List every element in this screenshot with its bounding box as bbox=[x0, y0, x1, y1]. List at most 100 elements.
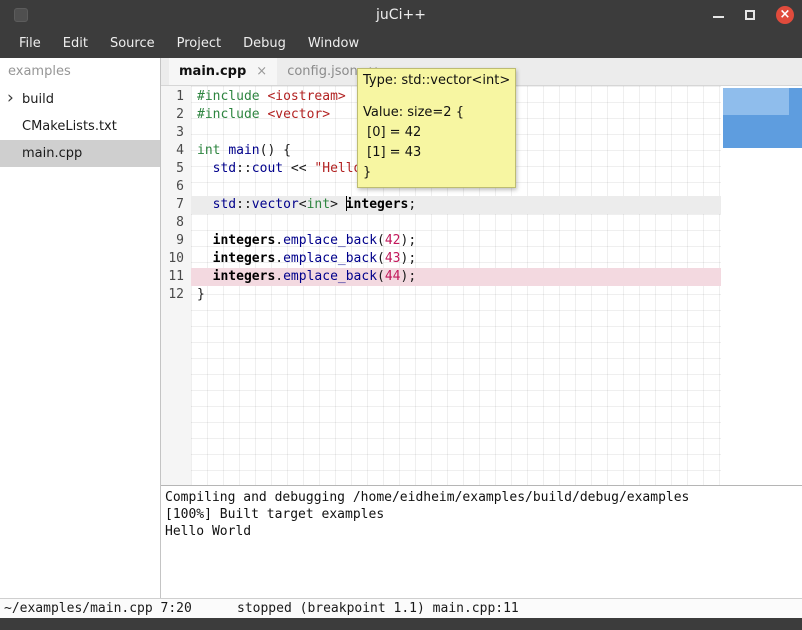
terminal-line: Hello World bbox=[165, 523, 798, 540]
gutter[interactable]: 123456789101112 bbox=[161, 86, 191, 485]
menu-source[interactable]: Source bbox=[99, 30, 166, 58]
minimize-button[interactable] bbox=[713, 16, 724, 18]
code-token: #include bbox=[197, 107, 267, 122]
tree-item-main-cpp[interactable]: main.cpp bbox=[0, 140, 160, 167]
code-line[interactable]: } bbox=[191, 286, 721, 304]
line-number[interactable]: 7 bbox=[161, 196, 191, 214]
code-token: ( bbox=[377, 269, 385, 284]
code-token: emplace_back bbox=[283, 233, 377, 248]
bottom-window-edge bbox=[0, 618, 802, 630]
code-token: std bbox=[213, 161, 236, 176]
menu-file[interactable]: File bbox=[8, 30, 52, 58]
line-number[interactable]: 2 bbox=[161, 106, 191, 124]
line-number[interactable]: 3 bbox=[161, 124, 191, 142]
line-number[interactable]: 8 bbox=[161, 214, 191, 232]
tab-label: config.json bbox=[287, 64, 358, 79]
code-token: > bbox=[330, 197, 346, 212]
menu-project[interactable]: Project bbox=[166, 30, 232, 58]
tooltip-value-lines: Value: size=2 { [0] = 42 [1] = 43} bbox=[363, 103, 510, 183]
code-token: ); bbox=[401, 251, 417, 266]
close-tab-icon[interactable]: × bbox=[256, 64, 267, 79]
tooltip-type-line: Type: std::vector<int> bbox=[363, 72, 510, 90]
code-token bbox=[197, 161, 213, 176]
code-token: < bbox=[299, 197, 307, 212]
code-token: :: bbox=[236, 197, 252, 212]
code-token: ); bbox=[401, 233, 417, 248]
line-number[interactable]: 5 bbox=[161, 160, 191, 178]
tooltip-value-line: } bbox=[363, 163, 510, 183]
code-token: << bbox=[283, 161, 314, 176]
code-line[interactable]: integers.emplace_back(42); bbox=[191, 232, 721, 250]
code-token: 44 bbox=[385, 269, 401, 284]
code-token: <iostream> bbox=[267, 89, 345, 104]
line-number[interactable]: 11 bbox=[161, 268, 191, 286]
tree-item-label: main.cpp bbox=[22, 146, 82, 161]
menu-edit[interactable]: Edit bbox=[52, 30, 99, 58]
chevron-right-icon[interactable]: › bbox=[7, 86, 14, 111]
tree-item-cmakelists-txt[interactable]: CMakeLists.txt bbox=[0, 113, 160, 140]
code-token bbox=[197, 233, 213, 248]
status-file-position: ~/examples/main.cpp 7:20 bbox=[4, 599, 192, 618]
code-token: ); bbox=[401, 269, 417, 284]
code-token: #include bbox=[197, 89, 267, 104]
code-token: vector bbox=[252, 197, 299, 212]
file-tree: › build CMakeLists.txt main.cpp bbox=[0, 86, 160, 167]
menubar: FileEditSourceProjectDebugWindow bbox=[0, 30, 802, 58]
code-token: . bbox=[275, 251, 283, 266]
line-number[interactable]: 12 bbox=[161, 286, 191, 304]
code-line[interactable]: std::vector<int> integers; bbox=[191, 196, 721, 214]
code-line[interactable]: integers.emplace_back(43); bbox=[191, 250, 721, 268]
code-token: main bbox=[228, 143, 259, 158]
menu-window[interactable]: Window bbox=[297, 30, 370, 58]
tree-item-label: build bbox=[22, 92, 54, 107]
titlebar: juCi++ × bbox=[0, 0, 802, 30]
tooltip-gap bbox=[363, 90, 510, 103]
project-name: examples bbox=[0, 58, 160, 86]
line-number[interactable]: 1 bbox=[161, 88, 191, 106]
code-token bbox=[197, 269, 213, 284]
code-token: . bbox=[275, 269, 283, 284]
code-line[interactable]: integers.emplace_back(44); bbox=[191, 268, 721, 286]
code-token: integers bbox=[346, 197, 409, 212]
code-token: 43 bbox=[385, 251, 401, 266]
close-button[interactable]: × bbox=[776, 6, 794, 24]
code-token: () { bbox=[260, 143, 291, 158]
close-icon: × bbox=[776, 6, 794, 23]
code-token bbox=[197, 197, 213, 212]
tree-item-build[interactable]: › build bbox=[0, 86, 160, 113]
code-token: int bbox=[197, 143, 220, 158]
status-debug-state: stopped (breakpoint 1.1) main.cpp:11 bbox=[237, 599, 519, 618]
code-token: cout bbox=[252, 161, 283, 176]
code-token: ( bbox=[377, 233, 385, 248]
tab-main-cpp[interactable]: main.cpp × bbox=[169, 58, 277, 85]
code-token: emplace_back bbox=[283, 251, 377, 266]
code-token: integers bbox=[213, 251, 276, 266]
tooltip-value-line: [1] = 43 bbox=[363, 143, 510, 163]
code-line[interactable] bbox=[191, 214, 721, 232]
tree-item-label: CMakeLists.txt bbox=[22, 119, 117, 134]
line-number[interactable]: 9 bbox=[161, 232, 191, 250]
code-token: ( bbox=[377, 251, 385, 266]
restore-button[interactable] bbox=[745, 10, 755, 20]
line-number[interactable]: 6 bbox=[161, 178, 191, 196]
statusbar: ~/examples/main.cpp 7:20 stopped (breakp… bbox=[0, 598, 802, 618]
code-token: 42 bbox=[385, 233, 401, 248]
code-token: } bbox=[197, 287, 205, 302]
debug-value-tooltip: Type: std::vector<int> Value: size=2 { [… bbox=[357, 68, 516, 188]
output-terminal[interactable]: Compiling and debugging /home/eidheim/ex… bbox=[161, 485, 802, 598]
tab-label: main.cpp bbox=[179, 64, 246, 79]
terminal-line: [100%] Built target examples bbox=[165, 506, 798, 523]
tooltip-value-line: [0] = 42 bbox=[363, 123, 510, 143]
code-token: emplace_back bbox=[283, 269, 377, 284]
sidebar: examples › build CMakeLists.txt main.cpp bbox=[0, 58, 161, 598]
terminal-line: Compiling and debugging /home/eidheim/ex… bbox=[165, 489, 798, 506]
code-token: std bbox=[213, 197, 236, 212]
scroll-overview[interactable] bbox=[723, 88, 802, 148]
code-token: :: bbox=[236, 161, 252, 176]
line-number[interactable]: 4 bbox=[161, 142, 191, 160]
code-token: . bbox=[275, 233, 283, 248]
tooltip-value-line: Value: size=2 { bbox=[363, 103, 510, 123]
code-token: int bbox=[307, 197, 330, 212]
menu-debug[interactable]: Debug bbox=[232, 30, 297, 58]
line-number[interactable]: 10 bbox=[161, 250, 191, 268]
